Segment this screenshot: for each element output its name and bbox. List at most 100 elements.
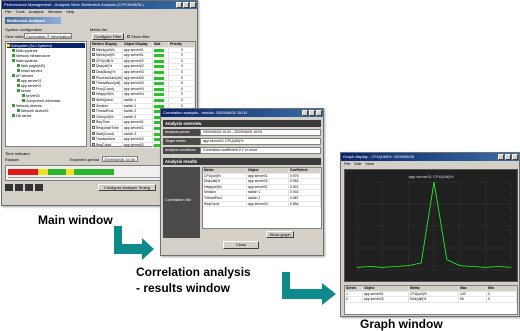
legend-min: 0 <box>487 291 517 297</box>
timeline-yellow-segment-2 <box>66 169 74 175</box>
system-tree: Subsystem (ALL Systems) Main systems Netwo… <box>5 41 87 147</box>
tree-item[interactable]: DB server <box>7 113 85 118</box>
show-graph-button[interactable]: Show graph <box>266 231 294 238</box>
object-name: app server04 <box>123 86 153 92</box>
tree-item-label: Web page(A/B) <box>21 63 45 68</box>
metric-name: Metric(util)% <box>95 53 115 58</box>
row-checkbox[interactable] <box>92 53 95 57</box>
graph-menu-view[interactable]: View <box>365 161 374 167</box>
object-name: app server02 <box>123 64 153 69</box>
row-checkbox[interactable] <box>92 125 95 129</box>
priority-value: 0 <box>169 92 195 97</box>
minimize-icon[interactable] <box>176 2 182 8</box>
status-indicator <box>154 87 164 91</box>
rewind-icon[interactable] <box>5 184 13 191</box>
legend-header-max[interactable]: Max <box>459 286 487 291</box>
corr-close-button[interactable]: Close <box>223 241 259 249</box>
legend-header-min[interactable]: Min <box>487 286 517 291</box>
corr-field-period-label: Analysis period <box>163 129 200 136</box>
metric-name: Disk(util)% <box>95 64 113 69</box>
metric-name: ReqCount <box>95 142 112 147</box>
corr-minimize-icon[interactable] <box>302 110 308 116</box>
show-filter-checkbox[interactable]: Show filter <box>127 34 150 39</box>
corr-header-metric[interactable]: Metric <box>203 168 247 173</box>
show-filter-check[interactable] <box>127 35 130 38</box>
row-checkbox[interactable] <box>92 75 95 79</box>
legend-header-object[interactable]: Object <box>363 286 409 291</box>
node-icon <box>7 44 10 47</box>
node-icon <box>22 94 25 97</box>
object-name: switch 2 <box>123 114 153 120</box>
node-icon <box>22 99 25 102</box>
corr-coefficient: 0.902 <box>289 190 321 195</box>
corr-metric: ReqCount <box>203 201 247 207</box>
row-checkbox[interactable] <box>92 69 95 73</box>
priority-value: 0 <box>169 69 195 75</box>
graph-title-bar[interactable]: Graph display - CPU(Util)%: 2009/06/05 <box>341 153 519 161</box>
corr-coefficient: 0.887 <box>289 195 321 201</box>
graph-maximize-icon[interactable] <box>505 154 511 160</box>
legend-row[interactable]: 2 app server02 Disk(util)% 96 0 <box>345 297 517 303</box>
close-icon[interactable] <box>190 2 196 8</box>
menu-analysis[interactable]: Analysis <box>29 9 44 15</box>
row-checkbox[interactable] <box>92 120 95 124</box>
grid-header-stat[interactable]: Stat <box>153 42 169 47</box>
graph-window: Graph display - CPU(Util)%: 2009/06/05 F… <box>340 152 520 317</box>
object-name: app server03 <box>123 75 153 81</box>
row-checkbox[interactable] <box>92 97 95 101</box>
priority-value: 0 <box>169 75 195 81</box>
timeline-red-segment <box>8 169 38 175</box>
row-checkbox[interactable] <box>92 103 95 107</box>
graph-plot-area[interactable]: app server01 CPU(Util)% <box>344 169 518 282</box>
view-method-select[interactable]: Computing IT information <box>24 33 72 39</box>
object-name: app server02 <box>123 58 153 64</box>
row-checkbox[interactable] <box>92 64 95 68</box>
main-title-bar[interactable]: Performance Management - Analysis View: … <box>2 1 197 9</box>
corr-field-target: Target metric app server01 CPU(Util)% <box>163 138 321 145</box>
row-checkbox[interactable] <box>92 109 95 113</box>
corr-header-object[interactable]: Object <box>247 168 289 173</box>
stop-icon[interactable] <box>25 184 33 191</box>
graph-minimize-icon[interactable] <box>498 154 504 160</box>
metric-name: Wait(Count) <box>95 131 114 136</box>
forward-icon[interactable] <box>35 184 43 191</box>
row-checkbox[interactable] <box>92 131 95 135</box>
row-checkbox[interactable] <box>92 81 95 85</box>
grid-header-object[interactable]: Object Display <box>123 42 153 47</box>
maximize-icon[interactable] <box>183 2 189 8</box>
row-checkbox[interactable] <box>92 58 95 62</box>
metric-name: Metric(util)% <box>95 47 115 52</box>
row-checkbox[interactable] <box>92 92 95 96</box>
graph-menu-file[interactable]: File <box>344 161 350 167</box>
grid-header-priority[interactable]: Priority <box>169 42 195 47</box>
row-checkbox[interactable] <box>92 86 95 90</box>
corr-close-icon[interactable] <box>316 110 322 116</box>
timeline-date-field[interactable]: 2009/06/05 15:00 <box>102 156 138 162</box>
corr-maximize-icon[interactable] <box>309 110 315 116</box>
legend-header-series[interactable]: Series <box>345 286 363 291</box>
metric-name: Disk(Busy)% <box>95 69 116 74</box>
play-icon[interactable] <box>15 184 23 191</box>
legend-header-metric[interactable]: Metric <box>409 286 459 291</box>
caption-main-window: Main window <box>38 213 113 227</box>
graph-close-icon[interactable] <box>512 154 518 160</box>
row-checkbox[interactable] <box>92 114 95 118</box>
menu-file[interactable]: File <box>5 9 11 15</box>
grid-header-metrics[interactable]: Metrics Display <box>91 42 123 47</box>
row-checkbox[interactable] <box>92 137 95 141</box>
graph-menu-edit[interactable]: Edit <box>354 161 361 167</box>
tree-item-label: server <box>21 88 31 93</box>
menu-tools[interactable]: Tools <box>15 9 24 15</box>
menu-help[interactable]: Help <box>66 9 74 15</box>
corr-object: app server02 <box>247 179 289 184</box>
configure-time-button[interactable]: Configure Analysis Timing <box>98 184 156 191</box>
timeline-expected: Expected period <box>70 157 99 162</box>
row-checkbox[interactable] <box>92 47 95 51</box>
corr-table-row[interactable]: ReqCount app server03 0.854 <box>203 201 321 208</box>
corr-header-coef[interactable]: Coefficient <box>289 168 321 173</box>
configure-filter-button[interactable]: Configure Filter <box>92 33 124 40</box>
row-checkbox[interactable] <box>92 142 95 146</box>
menu-window[interactable]: Window <box>48 9 62 15</box>
timeline-green-segment <box>48 169 66 175</box>
corr-title-bar[interactable]: Correlation analysis - results: 2009/06/… <box>161 109 323 117</box>
